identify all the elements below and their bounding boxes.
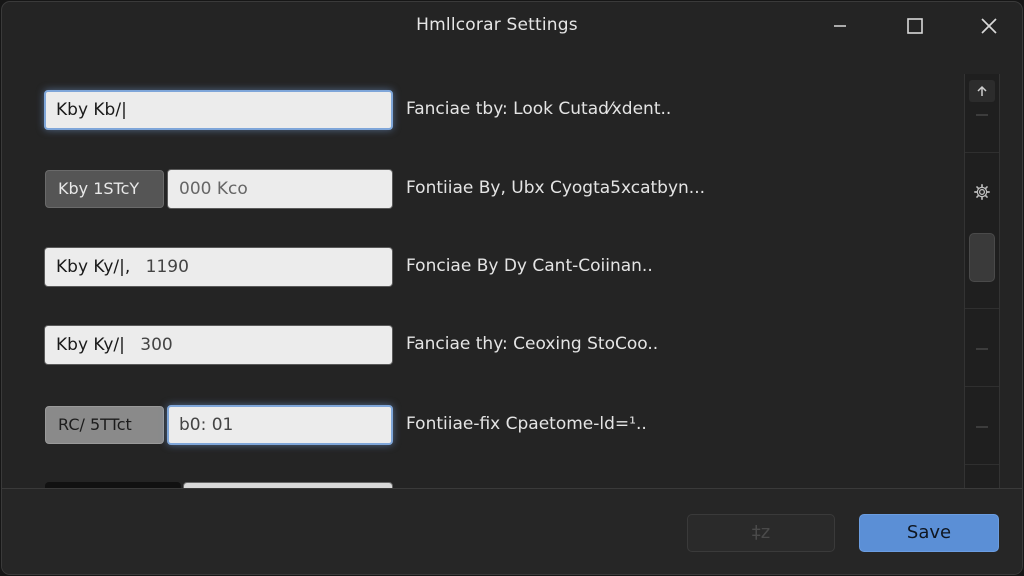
setting-row: Kby Ky/| 300 Fanciae thy: Ceoxing StoCoo… (2, 325, 962, 371)
setting-input[interactable]: Kby Ky/|, 1190 (44, 247, 393, 287)
setting-description: Fonciae By Dy Cant-Coiinan.. (406, 256, 653, 276)
setting-row: Kby Kb/| Fanciae tby: Look Cutad⁄xdent.. (2, 90, 962, 136)
setting-description: Fontiiae-fix Cpaetome-ld=¹.. (406, 414, 647, 434)
setting-input[interactable]: Kby Ky/| 300 (44, 325, 393, 365)
input-text: b0: 01 (179, 415, 234, 435)
setting-row: Kby Ky/|, 1190 Fonciae By Dy Cant-Coiina… (2, 247, 962, 293)
setting-tag[interactable]: RC/ 5TTct (45, 406, 164, 444)
secondary-button[interactable]: ‡z (687, 514, 835, 552)
setting-input[interactable]: Kby Kb/| (44, 90, 393, 130)
input-text: 000 Kco (179, 179, 248, 199)
input-value: 1190 (145, 257, 189, 277)
setting-tag[interactable]: Kby 1STcY (45, 170, 164, 208)
settings-window: Hmllcorar Settings Kby Kb/| Fanciae tby:… (1, 1, 1023, 575)
scroll-divider (965, 152, 999, 153)
save-button[interactable]: Save (859, 514, 999, 552)
scroll-thumb[interactable] (969, 233, 995, 282)
setting-description: Fontiiae By, Ubx Cyogta5xcatbyn... (406, 178, 706, 198)
setting-input[interactable]: b0: 01 (167, 405, 393, 445)
setting-row: Kby 1STcY 000 Kco Fontiiae By, Ubx Cyogt… (2, 169, 962, 215)
setting-description: Fanciae thy: Ceoxing StoCoo.. (406, 334, 659, 354)
arrow-up-icon (977, 85, 987, 96)
input-text: Kby Ky/|, (56, 257, 131, 277)
input-text: Kby Kb/| (56, 100, 127, 120)
minimize-icon (834, 25, 846, 27)
setting-row: RC/ 5TTct b0: 01 Fontiiae-fix Cpaetome-l… (2, 405, 962, 451)
maximize-button[interactable] (895, 10, 935, 42)
scroll-tick (976, 114, 988, 116)
scroll-tick (976, 426, 988, 428)
scroll-divider (965, 308, 999, 309)
maximize-icon (907, 18, 923, 34)
scroll-settings-button[interactable] (970, 180, 994, 204)
scroll-divider (965, 464, 999, 465)
scrollbar[interactable] (964, 74, 1000, 488)
settings-list: Kby Kb/| Fanciae tby: Look Cutad⁄xdent..… (2, 52, 1022, 488)
scroll-divider (965, 386, 999, 387)
input-value: 300 (140, 335, 173, 355)
close-button[interactable] (969, 10, 1009, 42)
input-text: Kby Ky/| (56, 335, 125, 355)
scroll-tick (976, 348, 988, 350)
minimize-button[interactable] (820, 10, 860, 42)
gear-icon (974, 184, 990, 200)
setting-input[interactable]: 000 Kco (167, 169, 393, 209)
scroll-up-button[interactable] (969, 80, 995, 102)
close-icon (981, 18, 997, 34)
title-bar: Hmllcorar Settings (2, 2, 1022, 52)
dialog-footer: ‡z Save (2, 488, 1022, 574)
setting-description: Fanciae tby: Look Cutad⁄xdent.. (406, 99, 672, 119)
